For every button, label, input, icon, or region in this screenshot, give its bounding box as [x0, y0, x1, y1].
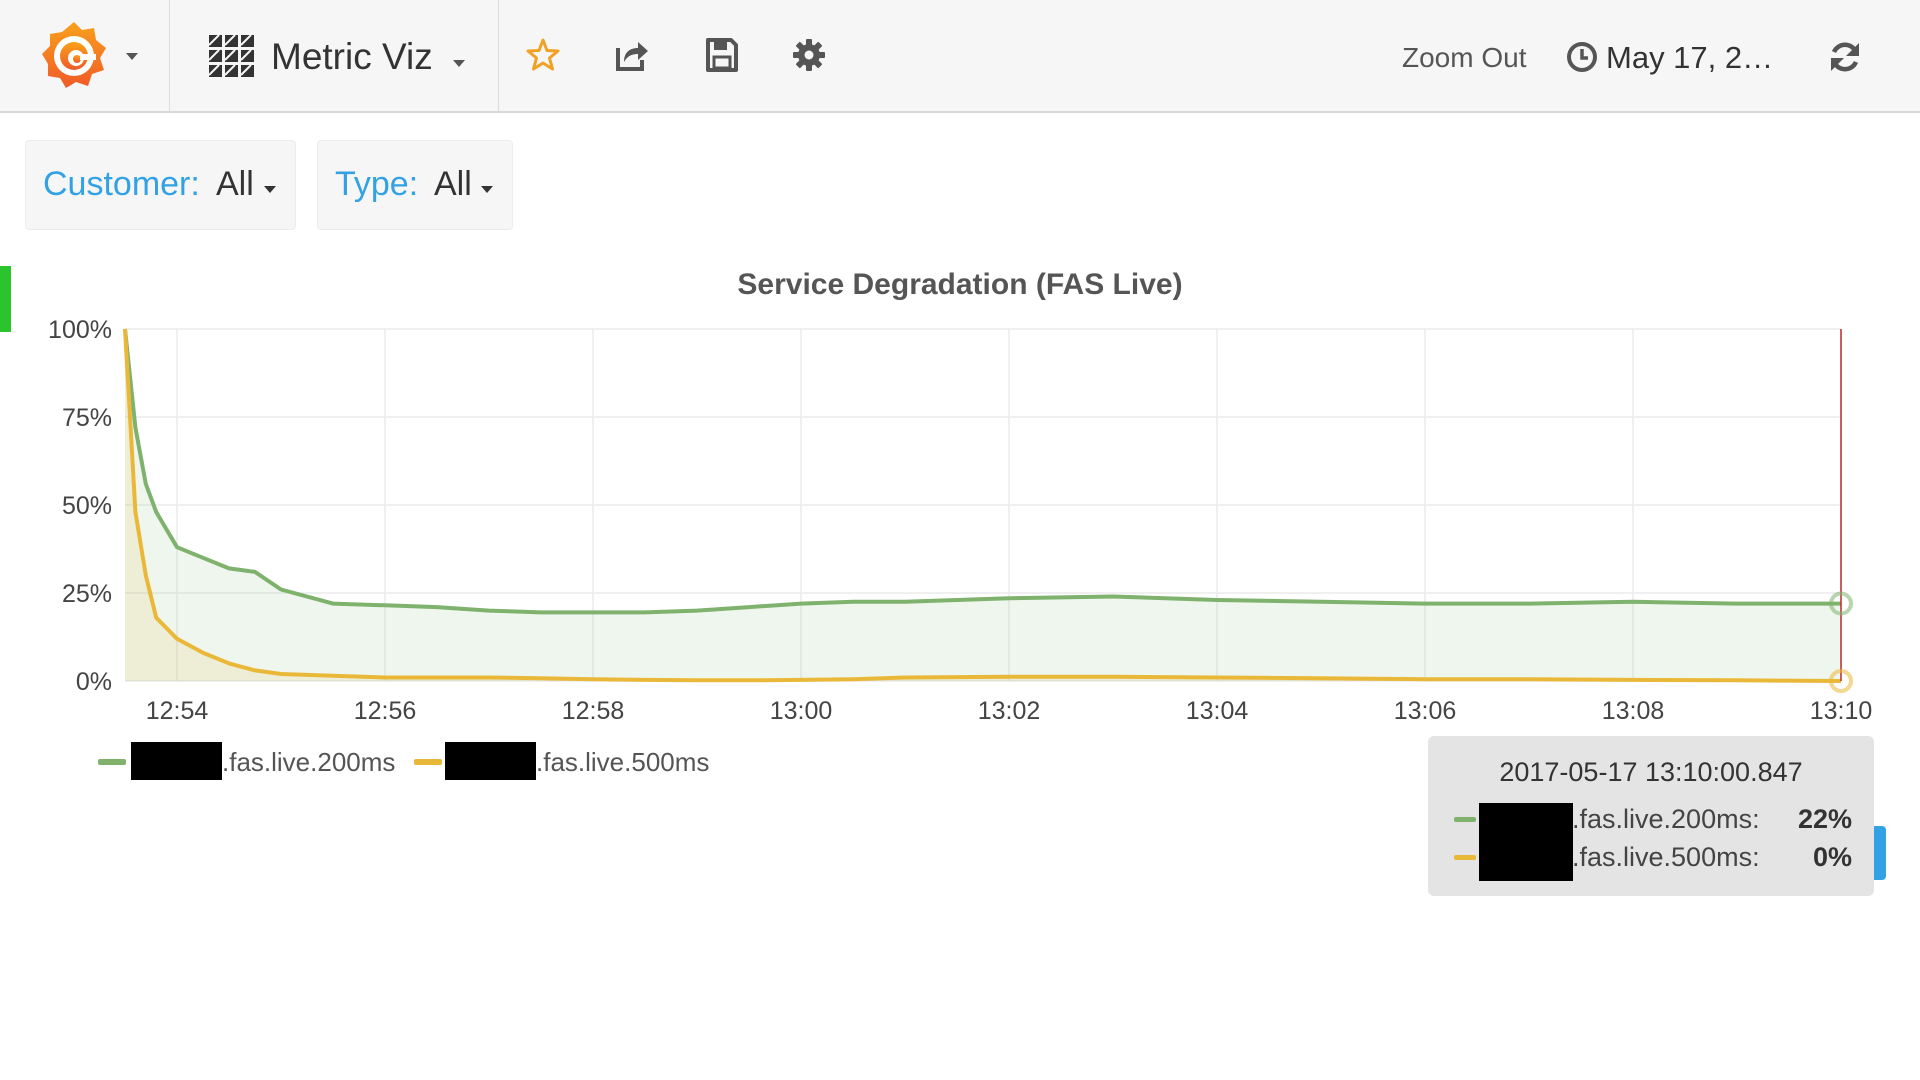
chevron-down-icon [126, 53, 138, 60]
x-tick-label: 12:54 [146, 697, 209, 720]
legend-label: .fas.live.500ms [536, 747, 710, 777]
panel-title[interactable]: Service Degradation (FAS Live) [0, 268, 1920, 302]
chevron-down-icon [453, 60, 465, 67]
dashboard-grid-icon [209, 35, 254, 77]
variable-customer: Customer: All [25, 140, 296, 230]
settings-gear-icon[interactable] [792, 38, 826, 72]
dashboard-picker-button[interactable]: Metric Viz [171, 0, 499, 111]
y-tick-label: 25% [62, 580, 112, 608]
graph-plot[interactable]: 100% 75% 50% 25% 0% 12:54 12:56 12:58 13:00 13:02… [0, 300, 1920, 720]
x-tick-label: 12:56 [354, 697, 417, 720]
series-line [123, 328, 1841, 615]
time-range-label: May 17, 2… [1606, 40, 1774, 75]
refresh-icon[interactable] [1828, 40, 1862, 74]
x-tick-label: 13:02 [978, 697, 1041, 720]
x-tick-label: 13:10 [1810, 697, 1873, 720]
tooltip-series-name: .fas.live.500ms: [1572, 842, 1760, 872]
y-tick-label: 100% [48, 316, 112, 344]
grafana-menu-button[interactable] [0, 0, 170, 111]
side-panel-handle[interactable] [1874, 826, 1886, 880]
star-icon[interactable] [526, 38, 560, 72]
legend-item-200ms[interactable]: .fas.live.200ms [98, 740, 398, 784]
redacted-block [131, 742, 222, 780]
y-tick-label: 75% [62, 404, 112, 432]
tooltip-swatch [1454, 855, 1476, 860]
zoom-out-button[interactable]: Zoom Out [1402, 42, 1526, 74]
x-tick-label: 12:58 [562, 697, 625, 720]
clock-icon [1567, 42, 1597, 72]
y-tick-label: 50% [62, 492, 112, 520]
y-tick-label: 0% [76, 668, 112, 696]
tooltip-series-name: .fas.live.200ms: [1572, 804, 1760, 834]
legend-swatch [414, 759, 442, 765]
redacted-block [445, 742, 536, 780]
variable-dropdown[interactable]: All [216, 165, 254, 204]
tooltip-value: 22% [1797, 804, 1852, 834]
tooltip-row: .fas.live.500ms: 0% [1428, 838, 1874, 876]
tooltip-value: 0% [1812, 842, 1852, 872]
variable-label: Type: [335, 165, 419, 203]
chevron-down-icon [264, 186, 276, 193]
variable-type: Type: All [317, 140, 513, 230]
variable-dropdown[interactable]: All [434, 165, 472, 204]
x-tick-label: 13:08 [1602, 697, 1665, 720]
tooltip-swatch [1454, 817, 1476, 822]
legend-item-500ms[interactable]: .fas.live.500ms [414, 740, 714, 784]
x-tick-label: 13:04 [1186, 697, 1249, 720]
graph-tooltip: 2017-05-17 13:10:00.847 .fas.live.200ms:… [1428, 736, 1874, 896]
save-icon[interactable] [706, 38, 738, 72]
tooltip-timestamp: 2017-05-17 13:10:00.847 [1499, 757, 1803, 787]
x-tick-label: 13:06 [1394, 697, 1457, 720]
chevron-down-icon [481, 186, 493, 193]
grafana-logo-icon [42, 22, 106, 88]
legend-label: .fas.live.200ms [222, 747, 396, 777]
share-icon[interactable] [614, 38, 650, 72]
x-tick-label: 13:00 [770, 697, 833, 720]
tooltip-row: .fas.live.200ms: 22% [1428, 800, 1874, 838]
variable-label: Customer: [43, 165, 200, 203]
legend-swatch [98, 759, 126, 765]
top-navbar: Metric Viz Zoom Out May 17, 2… [0, 0, 1920, 113]
dashboard-title: Metric Viz [271, 36, 433, 77]
